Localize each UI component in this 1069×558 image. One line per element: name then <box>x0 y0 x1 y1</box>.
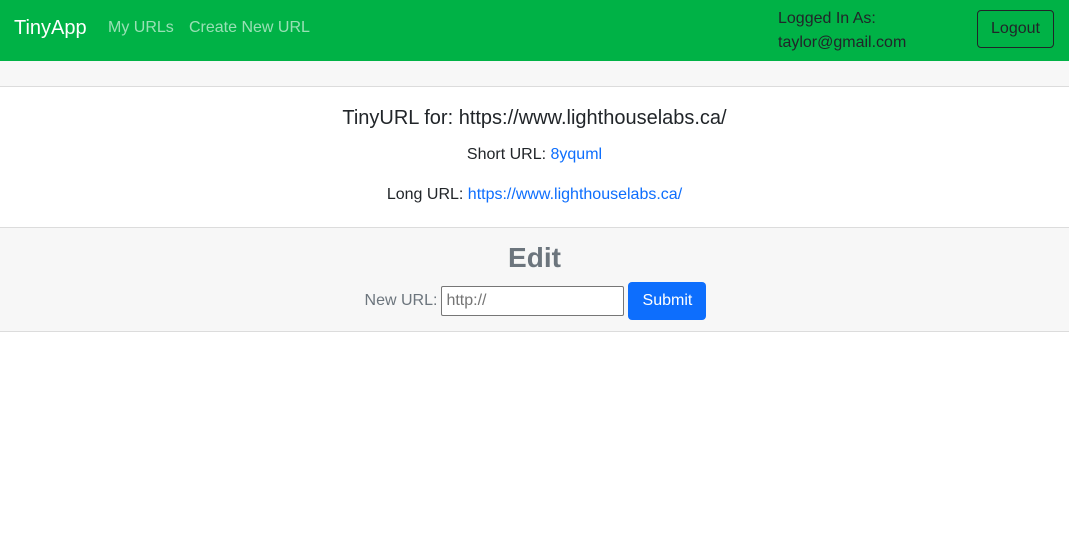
url-info-title: TinyURL for: https://www.lighthouselabs.… <box>342 107 727 129</box>
edit-form: New URL: Submit <box>0 282 1069 320</box>
edit-heading: Edit <box>508 242 561 273</box>
short-url-link[interactable]: 8yquml <box>551 146 603 163</box>
brand-link[interactable]: TinyApp <box>14 17 87 40</box>
short-url-label: Short URL: <box>466 146 547 163</box>
new-url-label: New URL: <box>364 292 438 309</box>
long-url-label: Long URL: <box>386 186 464 203</box>
long-url-link[interactable]: https://www.lighthouselabs.ca/ <box>468 186 682 203</box>
url-info-card: TinyURL for: https://www.lighthouselabs.… <box>0 87 1069 228</box>
nav-my-urls-link[interactable]: My URLs <box>108 19 174 37</box>
short-url-row: Short URL: 8yquml <box>0 146 1069 164</box>
top-navbar: TinyApp My URLs Create New URL Logged In… <box>0 0 1069 61</box>
header-spacer <box>0 61 1069 87</box>
logout-button[interactable]: Logout <box>977 10 1054 48</box>
logged-in-email: taylor@gmail.com <box>778 34 907 51</box>
edit-section: Edit New URL: Submit <box>0 227 1069 332</box>
long-url-row: Long URL: https://www.lighthouselabs.ca/ <box>0 186 1069 204</box>
new-url-input[interactable] <box>441 286 625 316</box>
logged-in-label: Logged In As: <box>778 10 876 27</box>
logged-in-info: Logged In As: taylor@gmail.com <box>778 7 906 55</box>
nav-create-url-link[interactable]: Create New URL <box>189 19 310 37</box>
submit-button[interactable]: Submit <box>628 282 707 320</box>
